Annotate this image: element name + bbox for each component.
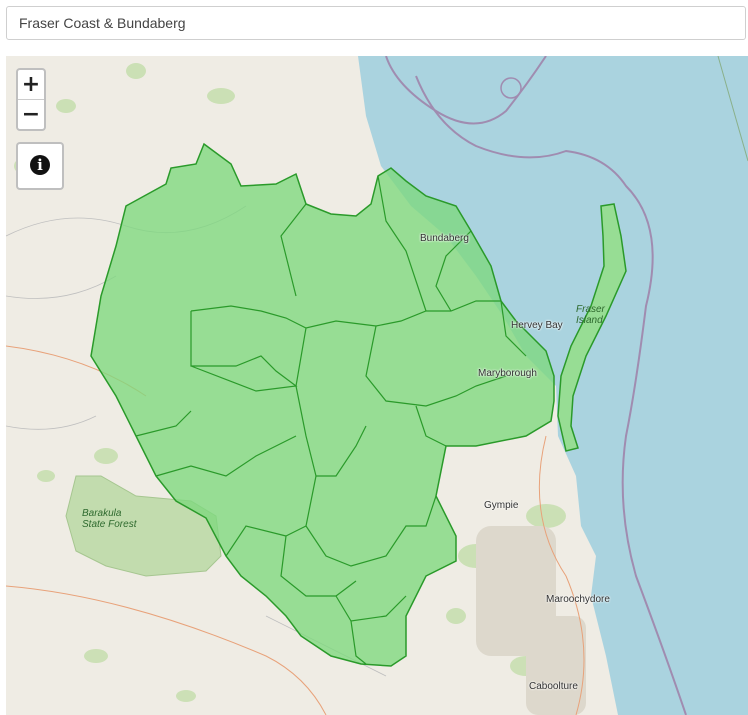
region-name-text: Fraser Coast & Bundaberg xyxy=(19,15,186,31)
label-bundaberg: Bundaberg xyxy=(420,233,469,244)
info-circle-icon: i xyxy=(30,155,50,175)
region-name-field[interactable]: Fraser Coast & Bundaberg xyxy=(6,6,746,40)
label-hervey-bay: Hervey Bay xyxy=(511,320,563,331)
label-maroochydore: Maroochydore xyxy=(546,594,610,605)
zoom-out-button[interactable]: − xyxy=(18,100,44,129)
label-caboolture: Caboolture xyxy=(529,681,578,692)
map-view[interactable]: + − i Bundaberg Hervey Bay Fraser Island… xyxy=(6,56,748,715)
label-gympie: Gympie xyxy=(484,500,519,511)
label-fraser-island: Fraser Island xyxy=(576,304,605,326)
info-button[interactable]: i xyxy=(16,142,64,190)
zoom-in-button[interactable]: + xyxy=(18,70,44,100)
label-maryborough: Maryborough xyxy=(478,368,537,379)
map-canvas[interactable] xyxy=(6,56,748,715)
zoom-control: + − xyxy=(16,68,46,131)
label-barakula-state-forest: Barakula State Forest xyxy=(82,508,137,530)
